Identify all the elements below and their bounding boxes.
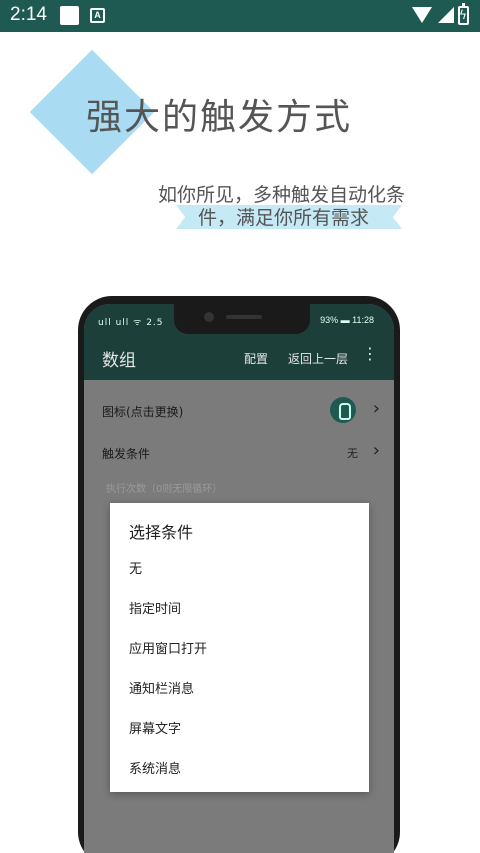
execution-count-hint: 执行次数（0则无限循环） (106, 484, 223, 495)
signal-icon (438, 7, 454, 23)
more-options-icon[interactable]: ⋮ (362, 346, 378, 362)
a-badge-icon: A (90, 8, 105, 23)
app-status-right: 93% ▬ 11:28 (320, 315, 374, 325)
option-specified-time[interactable]: 指定时间 (129, 598, 349, 620)
touch-finger-icon[interactable] (330, 397, 356, 423)
option-none[interactable]: 无 (129, 558, 349, 580)
chevron-right-icon: › (372, 440, 380, 461)
wifi-icon (412, 7, 432, 23)
status-time: 2:14 (10, 4, 47, 25)
trigger-condition-value: 无 (347, 447, 358, 460)
back-up-level-button[interactable]: 返回上一层 (288, 350, 348, 367)
speaker-icon (226, 315, 262, 319)
config-button[interactable]: 配置 (244, 350, 268, 367)
app-title: 数组 (102, 351, 136, 371)
option-notification-message[interactable]: 通知栏消息 (129, 678, 349, 700)
app-bar: 数组 配置 返回上一层 ⋮ (84, 334, 394, 380)
select-condition-dialog: 选择条件 无 指定时间 应用窗口打开 通知栏消息 屏幕文字 系统消息 (110, 503, 369, 792)
status-bar: 2:14 A (0, 0, 480, 32)
option-app-window-open[interactable]: 应用窗口打开 (129, 638, 349, 660)
camera-icon (204, 312, 214, 322)
icon-row-label: 图标(点击更换) (102, 405, 184, 419)
promo-title: 强大的触发方式 (86, 97, 353, 138)
battery-charging-icon (458, 3, 469, 25)
option-screen-text[interactable]: 屏幕文字 (129, 718, 349, 740)
trigger-condition-row[interactable]: 触发条件 无 › (84, 432, 394, 472)
app-status-left: ull ull ᯤ 2.5 (98, 318, 164, 328)
phone-notch (174, 304, 310, 334)
trigger-condition-label: 触发条件 (102, 447, 151, 461)
chevron-right-icon: › (372, 398, 380, 419)
notification-square-icon (60, 6, 79, 25)
option-system-message[interactable]: 系统消息 (129, 758, 349, 780)
dialog-title: 选择条件 (129, 523, 194, 542)
icon-row[interactable]: 图标(点击更换) › (84, 390, 394, 430)
promo-subtitle-line2: 件，满足你所有需求 (198, 207, 370, 229)
